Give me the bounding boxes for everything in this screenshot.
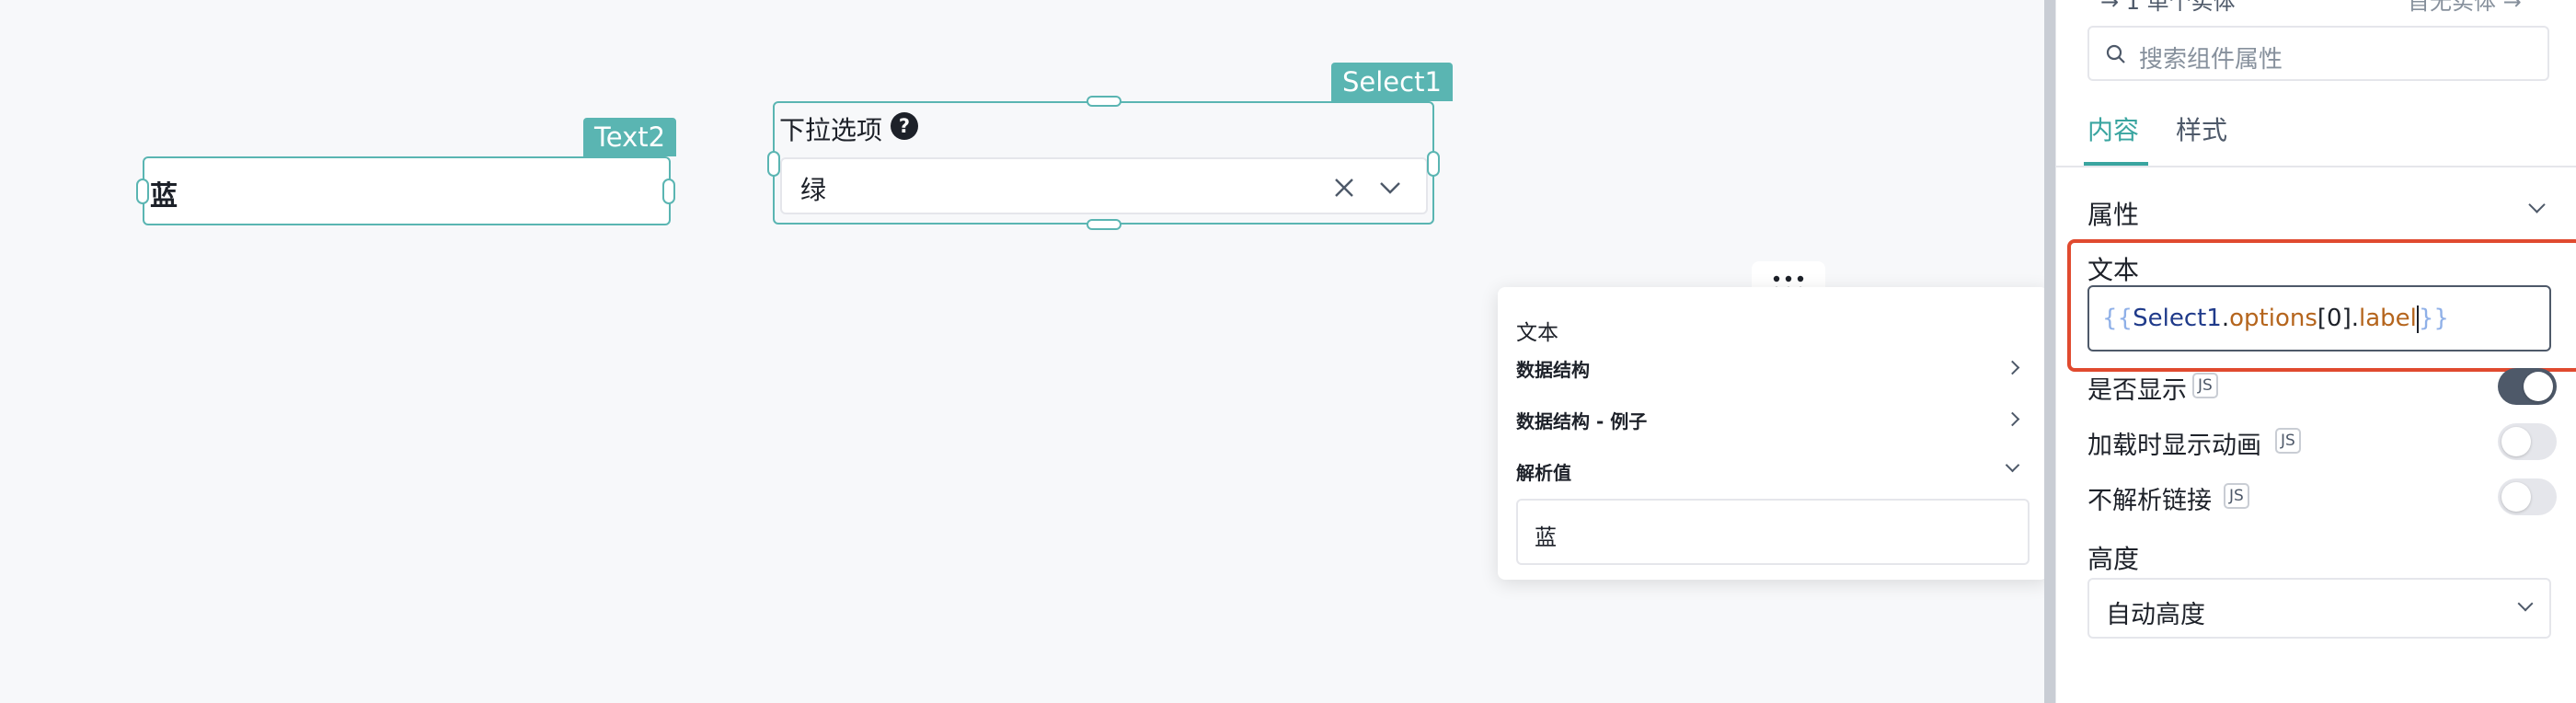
code-dot: . [2351,305,2359,332]
search-placeholder: 搜索组件属性 [2139,46,2283,74]
section-header-properties[interactable]: 属性 [2087,193,2549,230]
text2-tag: Text2 [583,118,677,156]
chevron-down-icon [2528,196,2546,213]
toggle-row-disable-links: 不解析链接 JS [2087,477,2559,519]
parsed-value-text: 蓝 [1535,524,1557,550]
popover-row-label: 解析值 [1516,462,1571,484]
code-key: label [2359,305,2417,332]
clear-icon[interactable] [1332,176,1356,200]
property-search[interactable]: 搜索组件属性 [2087,26,2549,81]
chevron-right-icon [2005,360,2020,375]
select1-label: 下拉选项 [779,115,883,145]
text2-resize-handle-right[interactable] [662,179,675,204]
text-field-label: 文本 [2087,255,2140,285]
toggle-label: 加载时显示动画 [2087,432,2261,460]
text-binding-input[interactable]: {{Select1.options[0].label}} [2087,285,2551,352]
property-panel: → 1 单个实体 首无实体 → 搜索组件属性 内容 样式 属性 文本 {{Sel… [2055,0,2576,703]
height-selected-value: 自动高度 [2106,601,2205,629]
section-title: 属性 [2087,200,2140,230]
text2-box[interactable] [143,156,671,225]
popover-row-parsed-value[interactable]: 解析值 [1516,455,2031,491]
js-badge[interactable]: JS [2275,428,2301,454]
text2-resize-handle-left[interactable] [136,179,149,204]
code-object: Select1 [2133,305,2222,332]
question-circle-icon[interactable]: ? [891,112,918,140]
select1-tag: Select1 [1331,63,1453,101]
toggle-label: 是否显示 [2087,376,2187,405]
text2-value: 蓝 [150,180,178,213]
panel-resize-strip[interactable] [2044,0,2055,703]
js-badge[interactable]: JS [2224,483,2249,509]
loading-animation-toggle[interactable] [2498,423,2557,460]
height-select[interactable]: 自动高度 [2087,578,2551,639]
tabs-divider [2056,166,2576,167]
select1-dropdown[interactable]: 绿 [780,157,1428,214]
tab-style[interactable]: 样式 [2176,110,2227,147]
toggle-row-loading-animation: 加载时显示动画 JS [2087,421,2559,464]
entity-nav-right[interactable]: 首无实体 → [2408,0,2522,16]
popover-row-label: 数据结构 [1516,359,1590,381]
chevron-down-icon[interactable] [1378,178,1402,198]
code-dot: . [2221,305,2230,332]
select1-resize-handle-right[interactable] [1427,151,1440,177]
code-brace-close: }} [2418,305,2449,332]
evaluated-value-popover: 文本 数据结构 数据结构 - 例子 解析值 蓝 [1498,287,2048,580]
toggle-row-visible: 是否显示 JS [2087,366,2559,409]
popover-row-data-structure[interactable]: 数据结构 [1516,352,2031,388]
tab-content[interactable]: 内容 [2087,110,2139,147]
chevron-down-icon [2517,595,2534,612]
visible-toggle[interactable] [2498,368,2557,405]
height-label: 高度 [2087,544,2140,574]
toggle-label: 不解析链接 [2087,487,2212,515]
parsed-value-box: 蓝 [1516,499,2030,565]
search-icon [2106,44,2125,63]
select1-resize-handle-bottom[interactable] [1087,219,1121,230]
select1-resize-handle-left[interactable] [767,151,780,177]
chevron-down-icon [2005,457,2020,473]
js-badge[interactable]: JS [2192,373,2218,398]
code-brace-open: {{ [2102,305,2133,332]
popover-title: 文本 [1516,321,1558,345]
popover-row-data-example[interactable]: 数据结构 - 例子 [1516,403,2031,440]
chevron-right-icon [2005,411,2020,427]
entity-nav-left[interactable]: → 1 单个实体 [2100,0,2236,16]
code-index: [0] [2317,305,2352,332]
popover-row-label: 数据结构 - 例子 [1516,410,1648,432]
disable-links-toggle[interactable] [2498,478,2557,515]
code-property: options [2229,305,2317,332]
select1-resize-handle-top[interactable] [1087,96,1121,107]
select1-selected-value: 绿 [800,175,827,205]
